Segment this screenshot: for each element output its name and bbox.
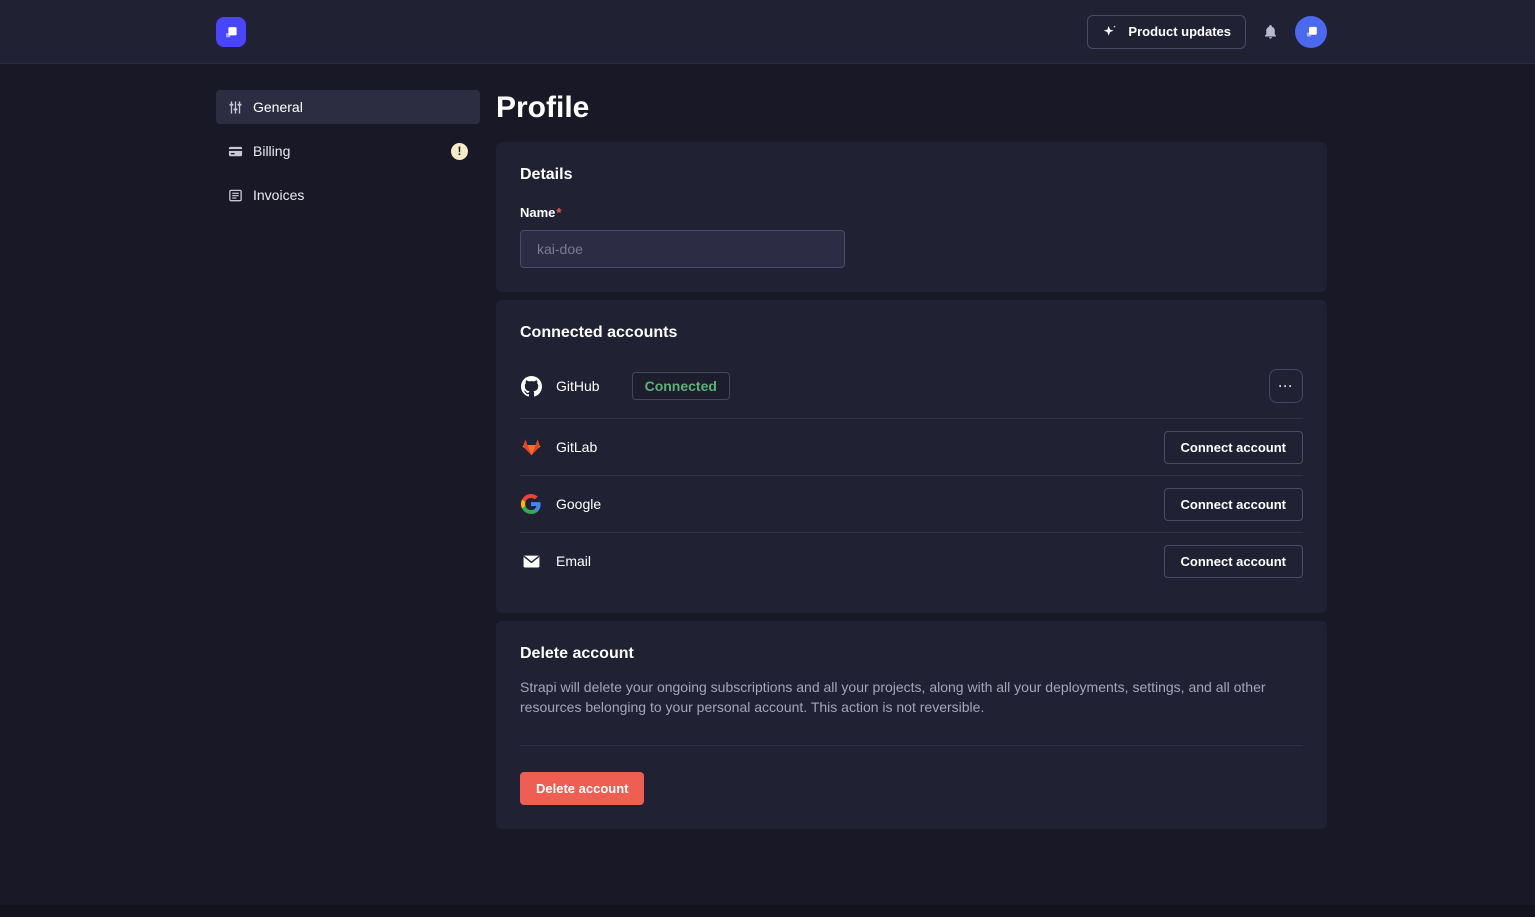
name-field-label: Name* xyxy=(520,205,561,220)
product-updates-button[interactable]: Product updates xyxy=(1087,15,1246,49)
delete-card-divider xyxy=(520,745,1303,746)
sidebar-item-label: General xyxy=(253,99,303,115)
sliders-icon xyxy=(228,100,243,115)
sidebar-item-billing[interactable]: Billing ! xyxy=(216,134,480,168)
sidebar-item-invoices[interactable]: Invoices xyxy=(216,178,480,212)
settings-sidebar: General Billing ! Invoices xyxy=(216,90,480,829)
delete-account-card: Delete account Strapi will delete your o… xyxy=(496,621,1327,829)
account-row-google: Google Connect account xyxy=(520,475,1303,532)
connected-status-badge: Connected xyxy=(632,372,730,400)
email-connect-button[interactable]: Connect account xyxy=(1164,545,1303,578)
sidebar-item-general[interactable]: General xyxy=(216,90,480,124)
gitlab-icon xyxy=(520,437,542,458)
sidebar-item-label: Billing xyxy=(253,143,290,159)
name-input[interactable] xyxy=(520,230,845,268)
connected-accounts-heading: Connected accounts xyxy=(520,324,1303,342)
google-icon xyxy=(520,494,542,514)
credit-card-icon xyxy=(228,144,243,159)
account-name: Email xyxy=(556,553,591,569)
strapi-logo[interactable] xyxy=(216,17,246,47)
account-row-email: Email Connect account xyxy=(520,532,1303,589)
account-row-github: GitHub Connected ··· xyxy=(520,354,1303,418)
delete-account-button[interactable]: Delete account xyxy=(520,772,644,805)
product-updates-label: Product updates xyxy=(1128,24,1231,39)
github-more-button[interactable]: ··· xyxy=(1269,369,1303,403)
billing-warning-badge: ! xyxy=(451,143,468,160)
strapi-logo-icon xyxy=(222,23,240,41)
details-heading: Details xyxy=(520,166,1303,184)
sidebar-item-label: Invoices xyxy=(253,187,304,203)
account-name: Google xyxy=(556,496,601,512)
bottom-strip xyxy=(0,905,1535,917)
delete-account-heading: Delete account xyxy=(520,645,1303,663)
details-card: Details Name* xyxy=(496,142,1327,292)
email-icon xyxy=(520,552,542,571)
sparkle-icon xyxy=(1102,24,1118,40)
required-marker: * xyxy=(556,205,561,220)
user-avatar[interactable] xyxy=(1295,16,1327,48)
page-title: Profile xyxy=(496,90,1327,126)
notifications-bell-icon[interactable] xyxy=(1262,23,1279,40)
account-row-gitlab: GitLab Connect account xyxy=(520,418,1303,475)
delete-account-description: Strapi will delete your ongoing subscrip… xyxy=(520,677,1303,717)
gitlab-connect-button[interactable]: Connect account xyxy=(1164,431,1303,464)
account-name: GitLab xyxy=(556,439,597,455)
invoice-icon xyxy=(228,188,243,203)
top-navbar: Product updates xyxy=(0,0,1535,64)
github-icon xyxy=(520,376,542,397)
connected-accounts-card: Connected accounts GitHub Connected ··· xyxy=(496,300,1327,613)
strapi-avatar-icon xyxy=(1303,23,1320,40)
account-name: GitHub xyxy=(556,378,600,394)
google-connect-button[interactable]: Connect account xyxy=(1164,488,1303,521)
